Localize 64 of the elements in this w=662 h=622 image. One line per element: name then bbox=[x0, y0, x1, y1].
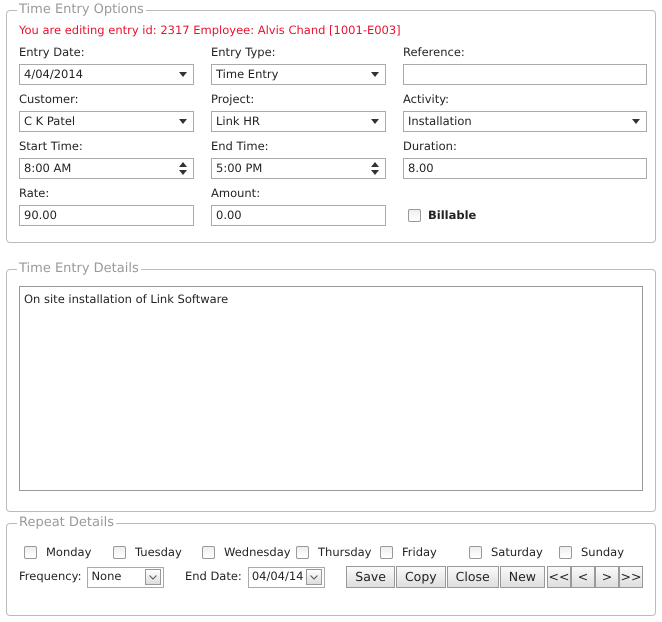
caret-icon bbox=[179, 119, 187, 124]
checkbox[interactable] bbox=[296, 546, 309, 558]
dropdown[interactable]: C K Patel bbox=[19, 111, 194, 132]
nav-button[interactable]: >> bbox=[619, 566, 643, 588]
dropdown[interactable]: Installation bbox=[403, 111, 647, 132]
spinner-arrows-icon bbox=[179, 162, 187, 175]
text-field[interactable]: 8.00 bbox=[403, 158, 647, 179]
day-label: Monday bbox=[46, 544, 92, 560]
dropdown[interactable]: 4/04/2014 bbox=[19, 64, 194, 85]
checkbox[interactable] bbox=[469, 546, 482, 558]
checkbox[interactable] bbox=[24, 546, 37, 558]
field-label: Rate: bbox=[19, 186, 50, 201]
field-label: Start Time: bbox=[19, 139, 84, 154]
nav-button[interactable]: < bbox=[571, 566, 595, 588]
text-field[interactable]: 90.00 bbox=[19, 205, 194, 226]
caret-icon bbox=[371, 119, 379, 124]
field-label: Project: bbox=[211, 92, 256, 107]
caret-icon bbox=[144, 569, 161, 585]
field-label: End Date: bbox=[184, 568, 242, 586]
checkbox[interactable] bbox=[380, 546, 393, 558]
dropdown[interactable]: Time Entry bbox=[211, 64, 386, 85]
field-label: Amount: bbox=[211, 186, 262, 201]
caret-icon bbox=[632, 119, 640, 124]
checkbox-label: Billable bbox=[428, 206, 476, 224]
day-label: Thursday bbox=[318, 544, 372, 560]
text-field[interactable] bbox=[403, 64, 647, 85]
section-legend: Time Entry Options bbox=[17, 2, 146, 18]
checkbox[interactable] bbox=[202, 546, 215, 558]
field-label: Reference: bbox=[403, 45, 466, 60]
caret-icon bbox=[306, 569, 322, 585]
nav-button[interactable]: << bbox=[547, 566, 571, 588]
nav-button[interactable]: > bbox=[595, 566, 619, 588]
section-legend: Time Entry Details bbox=[17, 261, 141, 277]
day-label: Wednesday bbox=[224, 544, 291, 560]
caret-icon bbox=[179, 72, 187, 77]
action-button[interactable]: Copy bbox=[396, 566, 446, 588]
day-label: Saturday bbox=[491, 544, 543, 560]
action-button[interactable]: Save bbox=[346, 566, 395, 588]
time-spinner[interactable]: 8:00 AM bbox=[19, 158, 194, 179]
action-button[interactable]: New bbox=[500, 566, 545, 588]
editing-notice: You are editing entry id: 2317 Employee: Alvis Chand [1001-E003] bbox=[19, 22, 402, 38]
checkbox[interactable] bbox=[408, 208, 421, 222]
field-label: Entry Type: bbox=[211, 45, 277, 60]
section-legend: Repeat Details bbox=[17, 515, 116, 531]
text-field[interactable]: 0.00 bbox=[211, 205, 386, 226]
spinner-arrows-icon bbox=[371, 162, 379, 175]
field-label: Frequency: bbox=[19, 568, 82, 586]
frequency-dropdown[interactable]: None bbox=[87, 566, 164, 588]
field-label: End Time: bbox=[211, 139, 270, 154]
field-label: Duration: bbox=[403, 139, 458, 154]
day-label: Sunday bbox=[581, 544, 624, 560]
field-label: Activity: bbox=[403, 92, 450, 107]
day-label: Tuesday bbox=[135, 544, 182, 560]
field-label: Entry Date: bbox=[19, 45, 86, 60]
action-button[interactable]: Close bbox=[446, 566, 499, 588]
checkbox[interactable] bbox=[559, 546, 572, 558]
checkbox[interactable] bbox=[113, 546, 126, 558]
time-spinner[interactable]: 5:00 PM bbox=[211, 158, 386, 179]
text-area[interactable]: On site installation of Link Software bbox=[19, 286, 643, 491]
caret-icon bbox=[371, 72, 379, 77]
end-date-dropdown[interactable]: 04/04/14 bbox=[248, 566, 326, 588]
field-label: Customer: bbox=[19, 92, 80, 107]
day-label: Friday bbox=[402, 544, 437, 560]
dropdown[interactable]: Link HR bbox=[211, 111, 386, 132]
